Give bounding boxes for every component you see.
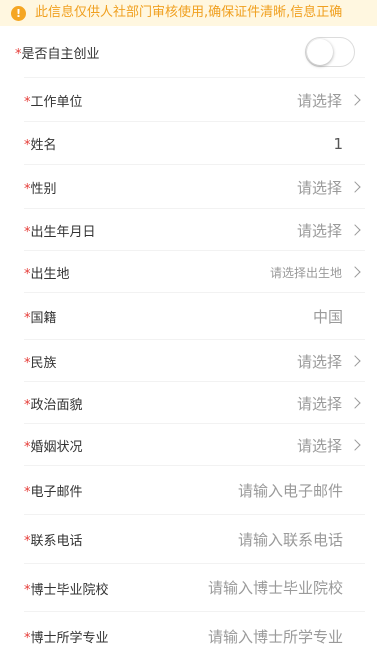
phone-label: *联系电话 bbox=[24, 530, 83, 549]
self-employed-label-text: 是否自主创业 bbox=[21, 46, 100, 62]
ethnicity-row[interactable]: *民族 请选择 bbox=[0, 340, 377, 382]
email-field[interactable] bbox=[163, 481, 343, 500]
phd-school-label-text: 博士毕业院校 bbox=[30, 582, 109, 598]
notice-text: 此信息仅供人社部门审核使用,确保证件清晰,信息正确 bbox=[35, 5, 343, 20]
work-unit-select[interactable]: 请选择 bbox=[297, 90, 377, 111]
marital-select[interactable]: 请选择 bbox=[297, 435, 377, 456]
gender-row[interactable]: *性别 请选择 bbox=[0, 165, 377, 209]
name-label-text: 姓名 bbox=[30, 138, 57, 153]
nationality-row: *国籍 中国 bbox=[0, 293, 377, 340]
birth-date-value: 请选择 bbox=[296, 221, 342, 240]
nationality-label: *国籍 bbox=[24, 307, 57, 326]
phd-school-label: *博士毕业院校 bbox=[24, 579, 109, 598]
political-row[interactable]: *政治面貌 请选择 bbox=[0, 382, 377, 424]
work-unit-value: 请选择 bbox=[296, 91, 342, 110]
political-label-text: 政治面貌 bbox=[30, 397, 83, 413]
ethnicity-value: 请选择 bbox=[296, 352, 342, 371]
notice-banner: ! 此信息仅供人社部门审核使用,确保证件清晰,信息正确 bbox=[0, 0, 377, 26]
phone-label-text: 联系电话 bbox=[30, 534, 83, 549]
phd-school-row: *博士毕业院校 bbox=[0, 564, 377, 612]
name-value: 1 bbox=[333, 134, 343, 153]
chevron-right-icon bbox=[349, 439, 361, 451]
chevron-right-icon bbox=[349, 224, 361, 236]
email-label-text: 电子邮件 bbox=[30, 485, 83, 500]
work-unit-label: *工作单位 bbox=[24, 91, 83, 110]
email-label: *电子邮件 bbox=[24, 481, 83, 500]
marital-row[interactable]: *婚姻状况 请选择 bbox=[0, 424, 377, 466]
chevron-right-icon bbox=[349, 266, 361, 278]
self-employed-toggle[interactable] bbox=[305, 37, 355, 67]
info-icon: ! bbox=[11, 5, 26, 21]
phone-field[interactable] bbox=[163, 530, 343, 549]
chevron-right-icon bbox=[349, 181, 361, 193]
birth-date-label: *出生年月日 bbox=[24, 221, 96, 240]
ethnicity-label: *民族 bbox=[24, 352, 57, 371]
nationality-value-wrap: 中国 bbox=[313, 306, 377, 327]
phd-major-field[interactable] bbox=[163, 627, 343, 646]
birthplace-select[interactable]: 请选择出生地 bbox=[270, 264, 377, 281]
political-value: 请选择 bbox=[296, 394, 342, 413]
phd-major-label-text: 博士所学专业 bbox=[30, 631, 109, 646]
ethnicity-label-text: 民族 bbox=[30, 355, 57, 371]
marital-label-text: 婚姻状况 bbox=[30, 439, 83, 455]
gender-select[interactable]: 请选择 bbox=[297, 177, 377, 198]
marital-label: *婚姻状况 bbox=[24, 436, 83, 455]
political-label: *政治面貌 bbox=[24, 394, 83, 413]
name-label: *姓名 bbox=[24, 134, 57, 153]
email-row: *电子邮件 bbox=[0, 466, 377, 515]
phone-row: *联系电话 bbox=[0, 515, 377, 564]
nationality-value: 中国 bbox=[312, 308, 343, 326]
work-unit-row[interactable]: *工作单位 请选择 bbox=[0, 78, 377, 122]
name-value-wrap: 1 bbox=[333, 135, 377, 153]
ethnicity-select[interactable]: 请选择 bbox=[297, 351, 377, 372]
birthplace-value: 请选择出生地 bbox=[269, 265, 342, 280]
birth-date-select[interactable]: 请选择 bbox=[297, 220, 377, 241]
phd-major-row: *博士所学专业 bbox=[0, 612, 377, 661]
self-employed-row: *是否自主创业 bbox=[0, 26, 377, 78]
gender-value: 请选择 bbox=[296, 178, 342, 197]
chevron-right-icon bbox=[349, 397, 361, 409]
toggle-knob bbox=[307, 39, 333, 65]
political-select[interactable]: 请选择 bbox=[297, 393, 377, 414]
marital-value: 请选择 bbox=[296, 436, 342, 455]
chevron-right-icon bbox=[349, 355, 361, 367]
name-row: *姓名 1 bbox=[0, 122, 377, 165]
birthplace-label-text: 出生地 bbox=[30, 266, 70, 282]
birth-date-label-text: 出生年月日 bbox=[30, 224, 96, 240]
gender-label: *性别 bbox=[24, 178, 57, 197]
birthplace-row[interactable]: *出生地 请选择出生地 bbox=[0, 251, 377, 293]
birth-date-row[interactable]: *出生年月日 请选择 bbox=[0, 209, 377, 251]
work-unit-label-text: 工作单位 bbox=[30, 94, 83, 110]
nationality-label-text: 国籍 bbox=[30, 311, 57, 326]
phd-school-field[interactable] bbox=[163, 579, 343, 597]
phd-major-label: *博士所学专业 bbox=[24, 627, 109, 646]
self-employed-label: *是否自主创业 bbox=[15, 43, 100, 62]
chevron-right-icon bbox=[349, 94, 361, 106]
gender-label-text: 性别 bbox=[30, 181, 57, 197]
birthplace-label: *出生地 bbox=[24, 263, 70, 282]
